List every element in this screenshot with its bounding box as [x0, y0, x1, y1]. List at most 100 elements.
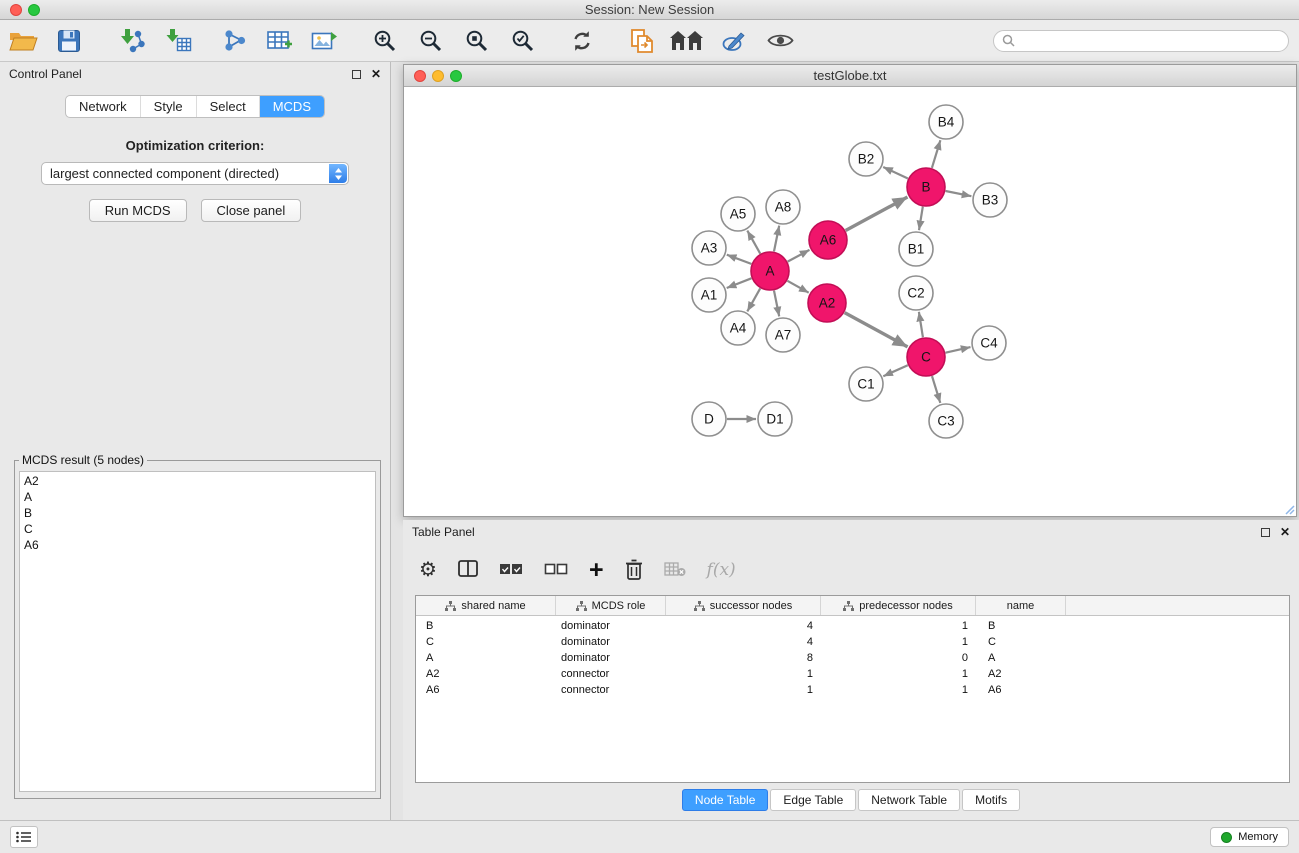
- column-header-successor-nodes[interactable]: successor nodes: [666, 596, 821, 615]
- delete-column-button[interactable]: [625, 558, 643, 583]
- network-node-C1[interactable]: C1: [849, 367, 883, 401]
- window-zoom-button[interactable]: [28, 4, 40, 16]
- edge-A-A4[interactable]: [747, 288, 760, 311]
- network-node-A4[interactable]: A4: [721, 311, 755, 345]
- column-header-mcds-role[interactable]: MCDS role: [556, 596, 666, 615]
- tab-select[interactable]: Select: [196, 96, 259, 117]
- table-row[interactable]: A6connector11A6: [416, 682, 1289, 698]
- edge-A-A3[interactable]: [727, 255, 752, 264]
- select-all-button[interactable]: [499, 563, 523, 578]
- edge-B-B3[interactable]: [946, 191, 972, 196]
- run-mcds-button[interactable]: Run MCDS: [89, 199, 187, 222]
- network-node-D[interactable]: D: [692, 402, 726, 436]
- refresh-button[interactable]: [567, 24, 597, 58]
- task-history-button[interactable]: [10, 826, 38, 848]
- edge-C-C1[interactable]: [883, 365, 908, 376]
- criterion-dropdown[interactable]: largest connected component (directed): [41, 162, 349, 185]
- float-table-panel-icon[interactable]: [1261, 528, 1270, 537]
- network-canvas[interactable]: B4 B2 B B3 A5 A8 A6 A3 B1 A C2 A1 A2 A4 A7 C4 C C1 C3 D D1: [404, 87, 1296, 516]
- window-close-button[interactable]: [10, 4, 22, 16]
- new-table-button[interactable]: [264, 24, 294, 58]
- copy-document-button[interactable]: [627, 24, 657, 58]
- edge-B-B1[interactable]: [919, 207, 923, 231]
- edge-A-A8[interactable]: [774, 226, 779, 252]
- edge-A6-B[interactable]: [846, 197, 908, 231]
- search-input[interactable]: [1020, 34, 1280, 48]
- edge-C-C4[interactable]: [946, 347, 971, 353]
- network-node-C2[interactable]: C2: [899, 276, 933, 310]
- network-node-B2[interactable]: B2: [849, 142, 883, 176]
- table-row[interactable]: Adominator80A: [416, 650, 1289, 666]
- edge-C-C2[interactable]: [919, 312, 923, 337]
- mcds-result-list[interactable]: A2ABCA6: [19, 471, 376, 792]
- show-hide-button[interactable]: [765, 24, 795, 58]
- function-builder-button[interactable]: f(x): [707, 560, 736, 580]
- network-node-B1[interactable]: B1: [899, 232, 933, 266]
- close-panel-button[interactable]: Close panel: [201, 199, 302, 222]
- mcds-result-item[interactable]: B: [24, 505, 371, 521]
- edge-B-B2[interactable]: [883, 167, 908, 179]
- mcds-result-item[interactable]: C: [24, 521, 371, 537]
- network-zoom-button[interactable]: [450, 70, 462, 82]
- mcds-result-item[interactable]: A2: [24, 473, 371, 489]
- save-session-button[interactable]: [54, 24, 84, 58]
- tab-network-table[interactable]: Network Table: [858, 789, 960, 811]
- new-network-button[interactable]: [219, 24, 249, 58]
- zoom-fit-button[interactable]: [461, 24, 491, 58]
- table-settings-button[interactable]: ⚙: [419, 560, 437, 580]
- import-table-button[interactable]: [163, 24, 193, 58]
- table-row[interactable]: A2connector11A2: [416, 666, 1289, 682]
- network-node-B[interactable]: B: [907, 168, 945, 206]
- network-node-C3[interactable]: C3: [929, 404, 963, 438]
- edge-B-B4[interactable]: [932, 140, 941, 168]
- network-node-A3[interactable]: A3: [692, 231, 726, 265]
- network-node-A7[interactable]: A7: [766, 318, 800, 352]
- tab-motifs[interactable]: Motifs: [962, 789, 1020, 811]
- column-header-predecessor-nodes[interactable]: predecessor nodes: [821, 596, 976, 615]
- network-minimize-button[interactable]: [432, 70, 444, 82]
- network-node-C4[interactable]: C4: [972, 326, 1006, 360]
- export-image-button[interactable]: [309, 24, 339, 58]
- zoom-in-button[interactable]: [369, 24, 399, 58]
- search-field[interactable]: [993, 30, 1289, 52]
- zoom-selected-button[interactable]: [507, 24, 537, 58]
- column-header-name[interactable]: name: [976, 596, 1066, 615]
- close-panel-icon[interactable]: ✕: [371, 69, 381, 79]
- tab-style[interactable]: Style: [140, 96, 196, 117]
- edge-A2-C[interactable]: [845, 313, 908, 347]
- import-network-button[interactable]: [116, 24, 146, 58]
- edge-A-A1[interactable]: [727, 278, 752, 288]
- open-session-button[interactable]: [8, 24, 38, 58]
- zoom-out-button[interactable]: [415, 24, 445, 58]
- network-node-C[interactable]: C: [907, 338, 945, 376]
- network-node-B4[interactable]: B4: [929, 105, 963, 139]
- resize-grip-icon[interactable]: [1282, 502, 1295, 515]
- edge-A-A6[interactable]: [788, 250, 810, 262]
- network-node-A5[interactable]: A5: [721, 197, 755, 231]
- tab-edge-table[interactable]: Edge Table: [770, 789, 856, 811]
- network-close-button[interactable]: [414, 70, 426, 82]
- network-node-A6[interactable]: A6: [809, 221, 847, 259]
- edge-A-A7[interactable]: [774, 291, 779, 317]
- mcds-result-item[interactable]: A6: [24, 537, 371, 553]
- show-columns-button[interactable]: [458, 560, 478, 580]
- memory-button[interactable]: Memory: [1210, 827, 1289, 847]
- network-node-A8[interactable]: A8: [766, 190, 800, 224]
- network-node-A2[interactable]: A2: [808, 284, 846, 322]
- home-button[interactable]: [670, 24, 703, 58]
- float-panel-icon[interactable]: [352, 70, 361, 79]
- edge-A-A2[interactable]: [787, 281, 808, 293]
- mcds-result-item[interactable]: A: [24, 489, 371, 505]
- column-header-shared-name[interactable]: shared name: [416, 596, 556, 615]
- add-column-button[interactable]: +: [589, 560, 604, 580]
- close-table-panel-icon[interactable]: ✕: [1280, 527, 1290, 537]
- table-row[interactable]: Bdominator41B: [416, 618, 1289, 634]
- delete-table-button[interactable]: [664, 561, 686, 580]
- network-node-A1[interactable]: A1: [692, 278, 726, 312]
- network-node-D1[interactable]: D1: [758, 402, 792, 436]
- edge-A-A5[interactable]: [747, 231, 760, 254]
- tab-network[interactable]: Network: [66, 96, 140, 117]
- network-node-A[interactable]: A: [751, 252, 789, 290]
- tab-mcds[interactable]: MCDS: [259, 96, 324, 117]
- network-node-B3[interactable]: B3: [973, 183, 1007, 217]
